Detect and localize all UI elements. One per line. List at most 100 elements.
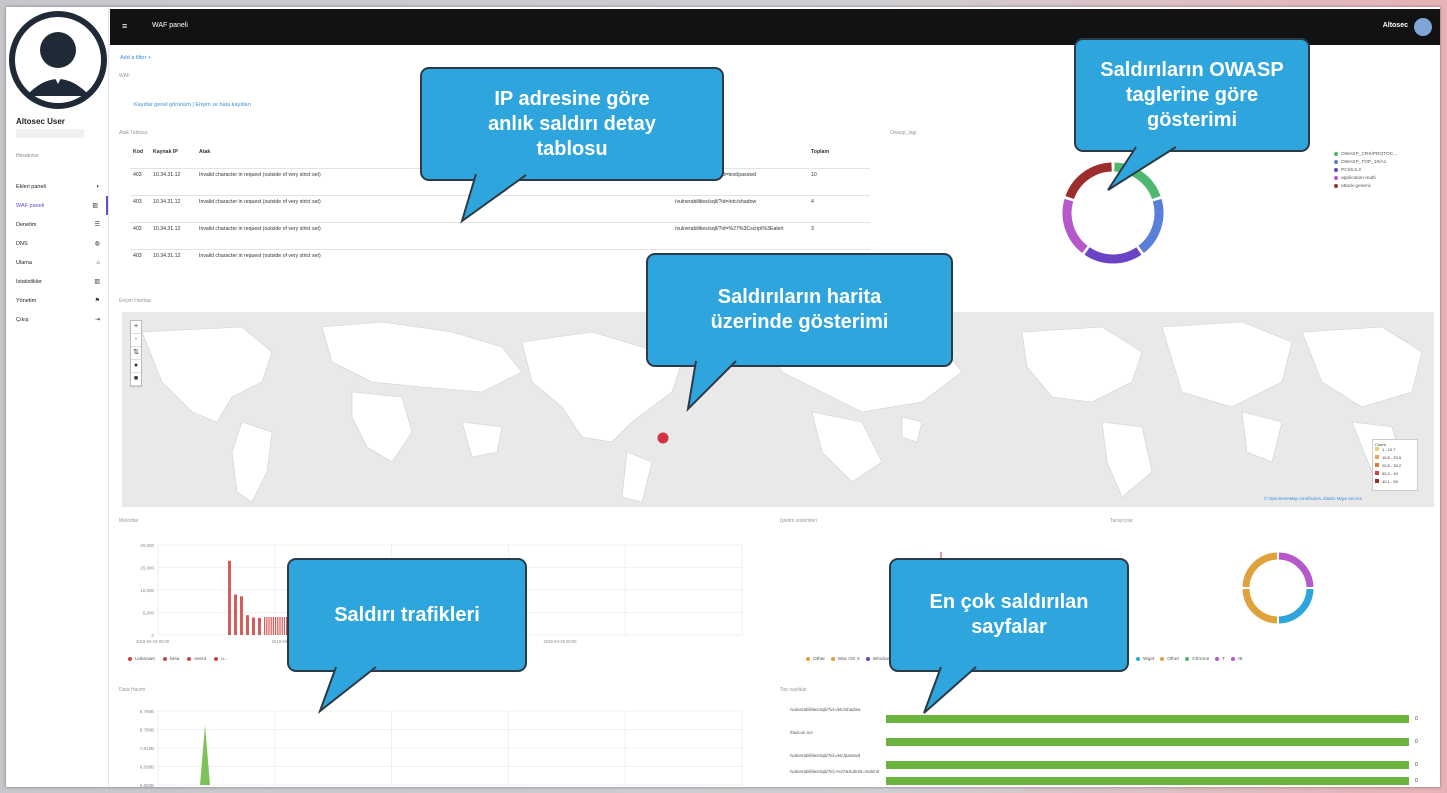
sidebar-item-1[interactable]: WAF paneli ▥ [6, 196, 108, 215]
account-link[interactable]: Hesabınız [16, 153, 39, 159]
cell-code: 403 [130, 249, 150, 276]
traffic-bar[interactable] [234, 594, 237, 636]
legend-item[interactable]: T [1215, 655, 1225, 663]
sidebar-item-icon: ☰ [94, 222, 100, 228]
zoom-out-button[interactable]: - [131, 334, 141, 347]
legend-label: Chrome [1192, 656, 1210, 662]
zoom-in-button[interactable]: + [131, 321, 141, 334]
traffic-bar[interactable] [264, 617, 266, 635]
legend-item[interactable]: OWASP_TOP_10/A1 [1334, 158, 1397, 166]
data-volume-spike[interactable] [200, 725, 210, 785]
traffic-bar[interactable] [270, 617, 272, 635]
sidebar-item-7[interactable]: Çıkış ⇥ [6, 310, 108, 329]
osm-link[interactable]: © OpenStreetMap contributors, [1264, 496, 1322, 501]
map-legend-label: 30.3 - 40 [1382, 471, 1398, 476]
ems-link[interactable]: Elastic Maps Service [1323, 496, 1362, 501]
draw-circle-button[interactable]: ● [131, 360, 141, 373]
traffic-bar[interactable] [272, 617, 274, 635]
legend-item[interactable]: attack-generic [1334, 182, 1397, 190]
donut-slice[interactable] [1062, 198, 1088, 253]
draw-box-button[interactable]: ■ [131, 373, 141, 386]
top-page-bar[interactable] [886, 738, 1409, 746]
col-code[interactable]: Kod [130, 148, 150, 169]
user-cloud-icon[interactable] [1414, 18, 1432, 36]
legend-item[interactable]: Chrome [1185, 655, 1209, 663]
col-total[interactable]: Toplam [808, 148, 870, 169]
sidebar-item-3[interactable]: DNS ◍ [6, 234, 108, 253]
top-page-bar[interactable] [886, 761, 1409, 769]
traffic-bar[interactable] [275, 617, 277, 635]
donut-slice[interactable] [1138, 198, 1164, 253]
fit-bounds-button[interactable]: ⇅ [131, 347, 141, 360]
traffic-bar[interactable] [228, 560, 231, 635]
donut-slice[interactable] [1114, 162, 1161, 200]
view-links[interactable]: Kayıtlar genel görünüm | Erişim ve hata … [134, 102, 251, 108]
traffic-bar[interactable] [240, 596, 243, 635]
legend-item[interactable]: PCI/6.5.2 [1334, 166, 1397, 174]
sidebar: Altosec User Hesabınız Ekleri paneli ◐ WAF… [6, 7, 109, 787]
callout-traffic-text: Saldırı trafikleri [334, 603, 480, 626]
sidebar-item-icon: ⇥ [94, 317, 100, 323]
legend-item[interactable]: OWASP_CRS/PROTOC... [1334, 150, 1397, 158]
callout-owasp-text: Saldırıların OWASP taglerine göre göster… [1100, 58, 1284, 131]
owasp-panel-title: Owasp_tagı [890, 130, 917, 136]
map-legend-swatch [1375, 463, 1379, 467]
sidebar-item-icon: ▥ [94, 279, 100, 285]
traffic-bar[interactable] [283, 617, 285, 635]
sidebar-item-0[interactable]: Ekleri paneli ◐ [6, 177, 108, 196]
legend-item[interactable]: u... [214, 655, 228, 663]
sidebar-item-icon: ◍ [94, 241, 100, 247]
sidebar-item-6[interactable]: Yönetim ⚑ [6, 291, 108, 310]
add-filter-link[interactable]: Add a filter + [120, 55, 151, 61]
browser-legend: Wget Other Chrome T IE [1136, 655, 1243, 663]
top-page-bar[interactable] [886, 715, 1409, 723]
top-page-label: /favicon.ico [790, 730, 813, 735]
legend-item[interactable]: Wget [1136, 655, 1154, 663]
table-row[interactable]: 403 10.34.31.12 Invalid character in reque… [130, 195, 870, 223]
legend-item[interactable]: beta [163, 655, 179, 663]
traffic-bar[interactable] [252, 617, 255, 635]
legend-item[interactable]: Other [806, 655, 825, 663]
menu-icon[interactable]: ≡ [122, 21, 127, 31]
top-page-bar[interactable] [886, 777, 1409, 785]
table-row[interactable]: 403 10.34.31.12 Invalid character in reque… [130, 222, 870, 250]
attack-marker[interactable] [657, 432, 669, 444]
legend-label: Other [813, 656, 825, 662]
legend-dot [1334, 160, 1338, 164]
data-panel-title: Data Hacmi [119, 687, 146, 693]
traffic-bar[interactable] [258, 617, 261, 635]
traffic-bar[interactable] [279, 617, 281, 635]
legend-item[interactable]: Mac OS X [831, 655, 860, 663]
sidebar-item-2[interactable]: Denetim ☰ [6, 215, 108, 234]
legend-item[interactable]: Other [1160, 655, 1179, 663]
callout-table-text: IP adresine göre anlık saldırı detay tab… [488, 87, 656, 160]
legend-item[interactable]: IE [1231, 655, 1243, 663]
legend-dot [214, 657, 219, 661]
legend-label: application-multi [1341, 175, 1376, 181]
sidebar-item-5[interactable]: Istatistikler ▥ [6, 272, 108, 291]
donut-slice[interactable] [1065, 162, 1112, 200]
donut-slice[interactable] [1278, 552, 1314, 588]
legend-dot [163, 657, 167, 661]
map-legend-item: 1 - 10.7 [1375, 447, 1415, 455]
donut-slice[interactable] [1242, 552, 1278, 588]
donut-slice[interactable] [1084, 247, 1142, 264]
top-user-name[interactable]: Altosec [1383, 22, 1408, 29]
map-legend-swatch [1375, 471, 1379, 475]
traffic-bar[interactable] [277, 617, 279, 635]
donut-slice[interactable] [1278, 588, 1314, 624]
donut-slice[interactable] [1242, 588, 1278, 624]
legend-item[interactable]: application-multi [1334, 174, 1397, 182]
traffic-bar[interactable] [266, 617, 268, 635]
sidebar-item-4[interactable]: Ulama ⌂ [6, 253, 108, 272]
cell-total: 10 [808, 168, 870, 196]
traffic-panel-title: Metodlar [119, 518, 139, 524]
legend-item[interactable]: event [187, 655, 206, 663]
traffic-bar[interactable] [268, 617, 270, 635]
os-panel-title: İşletim sistemleri [780, 518, 817, 524]
traffic-bar[interactable] [281, 617, 283, 635]
map-legend: Count 1 - 10.7 10.8 - 20.5 20.5 - 30.2 30.3… [1372, 439, 1418, 491]
traffic-bar[interactable] [246, 615, 249, 635]
legend-item[interactable]: Unknown [128, 655, 155, 663]
col-ip[interactable]: Kaynak IP [150, 148, 196, 169]
